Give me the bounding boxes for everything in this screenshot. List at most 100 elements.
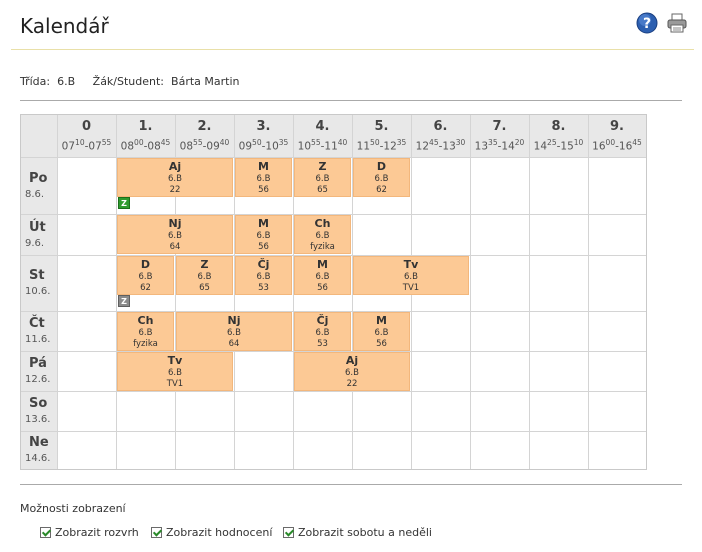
lesson-class: 6.B <box>168 368 182 378</box>
period-end-minute: 35 <box>278 138 289 147</box>
lesson-class: 6.B <box>345 368 359 378</box>
period-end-minute: 40 <box>219 138 230 147</box>
lesson-subject: Tv <box>167 354 183 367</box>
lesson-subject: Nj <box>168 217 182 230</box>
period-number: 6. <box>433 119 448 134</box>
period-end-hour: 12 <box>383 140 397 153</box>
lesson-cell[interactable]: Čj 6.B 53 <box>235 256 292 295</box>
period-end-hour: 11 <box>324 140 338 153</box>
lesson-subject: D <box>140 258 151 271</box>
grade-badge-icon[interactable]: Z <box>118 295 130 307</box>
period-number: 5. <box>374 119 389 134</box>
period-header: 4. 1055-1140 <box>293 115 352 157</box>
grid-corner <box>21 115 57 157</box>
period-number: 7. <box>492 119 507 134</box>
period-number: 3. <box>256 119 271 134</box>
period-end-minute: 20 <box>514 138 525 147</box>
lesson-cell[interactable]: Ch 6.B fyzika <box>117 312 174 351</box>
period-header: 0 0710-0755 <box>57 115 116 157</box>
day-date: 8.6. <box>25 189 45 200</box>
class-value: 6.B <box>57 75 76 88</box>
printer-icon[interactable] <box>666 12 688 34</box>
lesson-cell[interactable]: Tv 6.B TV1 <box>117 352 233 391</box>
period-end-minute: 30 <box>455 138 466 147</box>
lesson-room: 56 <box>376 339 387 349</box>
period-start-minute: 35 <box>488 138 498 147</box>
lesson-class: 6.B <box>197 272 212 282</box>
period-start-minute: 50 <box>370 138 380 147</box>
period-time: 0800-0845 <box>120 138 171 153</box>
option-checkbox[interactable] <box>40 527 51 538</box>
help-icon[interactable]: ? <box>636 12 658 34</box>
option-label: Zobrazit sobotu a neděli <box>298 526 432 539</box>
lesson-cell[interactable]: M 6.B 56 <box>294 256 351 295</box>
period-start-minute: 00 <box>605 138 616 147</box>
grid-line <box>21 391 646 392</box>
lesson-cell[interactable]: Čj 6.B 53 <box>294 312 351 351</box>
lesson-cell[interactable]: Nj 6.B 64 <box>176 312 292 351</box>
day-header: So 13.6. <box>21 391 57 431</box>
day-name: Po <box>29 171 48 186</box>
period-number: 2. <box>197 119 212 134</box>
info-divider <box>20 100 682 101</box>
period-header: 3. 0950-1035 <box>234 115 293 157</box>
lesson-class: 6.B <box>374 328 389 338</box>
lesson-cell[interactable]: Tv 6.B TV1 <box>353 256 469 295</box>
option-toggle[interactable]: Zobrazit hodnocení <box>151 526 272 539</box>
lesson-room: 62 <box>376 185 387 195</box>
lesson-cell[interactable]: Z 6.B 65 <box>294 158 351 197</box>
period-number: 4. <box>315 119 330 134</box>
lesson-subject: D <box>376 160 387 173</box>
period-end-hour: 13 <box>442 140 456 153</box>
lesson-room: 53 <box>258 283 269 293</box>
day-name: St <box>29 268 45 283</box>
period-start-minute: 55 <box>311 138 321 147</box>
day-name: Ne <box>29 435 49 450</box>
lesson-room: 53 <box>317 339 328 349</box>
lesson-class: 6.B <box>315 231 330 241</box>
lesson-cell[interactable]: Nj 6.B 64 <box>117 215 233 254</box>
option-toggle[interactable]: Zobrazit rozvrh <box>40 526 139 539</box>
lesson-cell[interactable]: M 6.B 56 <box>235 158 292 197</box>
period-end-hour: 15 <box>560 140 574 153</box>
grade-badge-icon[interactable]: Z <box>118 197 130 209</box>
period-start-minute: 25 <box>547 138 557 147</box>
lesson-cell[interactable]: Z 6.B 65 <box>176 256 233 295</box>
period-start-hour: 07 <box>61 140 76 153</box>
option-checkbox[interactable] <box>151 527 162 538</box>
period-end-minute: 10 <box>573 138 584 147</box>
option-checkbox[interactable] <box>283 527 294 538</box>
lesson-cell[interactable]: Aj 6.B 22 <box>117 158 233 197</box>
period-time: 1425-1510 <box>533 138 584 153</box>
day-date: 11.6. <box>25 334 51 345</box>
page-title: Kalendář <box>20 14 109 38</box>
day-name: So <box>29 396 48 411</box>
lesson-cell[interactable]: D 6.B 62 <box>117 256 174 295</box>
lesson-cell[interactable]: Ch 6.B fyzika <box>294 215 351 254</box>
lesson-cell[interactable]: M 6.B 56 <box>235 215 292 254</box>
lesson-room: 56 <box>258 185 269 195</box>
period-start-hour: 16 <box>592 140 606 153</box>
period-start-minute: 00 <box>134 138 144 147</box>
grid-line <box>529 115 530 469</box>
day-header: Ne 14.6. <box>21 431 57 469</box>
period-end-minute: 45 <box>632 138 642 147</box>
period-end-minute: 40 <box>337 138 348 147</box>
student-label: Žák/Student: <box>92 75 165 88</box>
lesson-class: 6.B <box>227 328 241 338</box>
lesson-cell[interactable]: D 6.B 62 <box>353 158 410 197</box>
lesson-room: 64 <box>169 242 181 252</box>
lesson-class: 6.B <box>315 272 330 282</box>
lesson-room: 65 <box>199 283 210 293</box>
lesson-cell[interactable]: M 6.B 56 <box>353 312 410 351</box>
lesson-subject: Nj <box>227 314 241 327</box>
lesson-cell[interactable]: Aj 6.B 22 <box>294 352 410 391</box>
option-toggle[interactable]: Zobrazit sobotu a neděli <box>283 526 432 539</box>
lesson-room: fyzika <box>310 242 335 252</box>
lesson-subject: Aj <box>345 354 359 367</box>
period-number: 1. <box>138 119 153 134</box>
period-time: 0855-0940 <box>179 138 230 153</box>
lesson-room: TV1 <box>402 283 420 293</box>
student-value: Bárta Martin <box>171 75 240 88</box>
day-date: 14.6. <box>25 453 51 464</box>
